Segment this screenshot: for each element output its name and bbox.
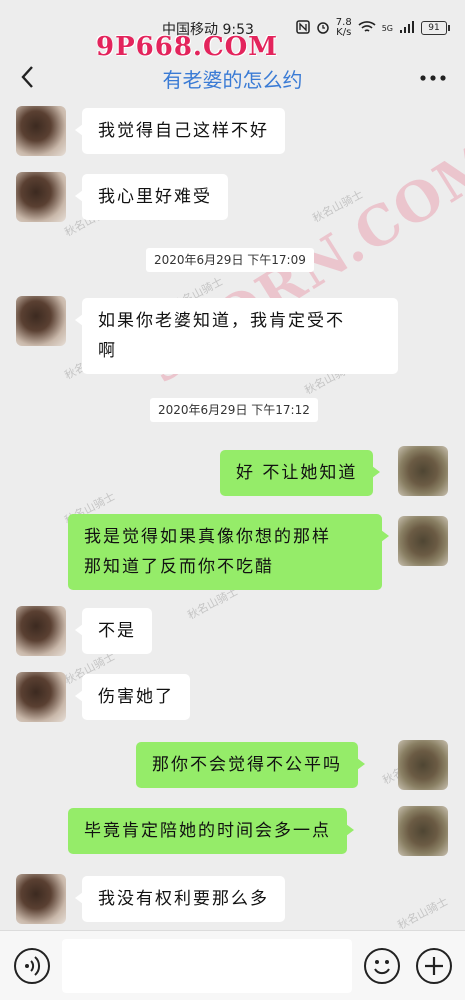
avatar-self[interactable]: [398, 740, 448, 790]
avatar[interactable]: [16, 296, 66, 346]
watermark-text: 秋名山骑士: [395, 894, 451, 933]
chat-header: 有老婆的怎么约: [0, 52, 465, 104]
message-bubble: 我心里好难受: [75, 174, 228, 220]
message-timestamp: 2020年6月29日 下午17:12: [150, 398, 318, 422]
nfc-icon: [296, 19, 310, 37]
message-line: 啊: [98, 341, 117, 361]
message-bubble: 我觉得自己这样不好: [75, 108, 285, 154]
netspeed: 7.8 K/s: [336, 18, 352, 38]
message-line: 那知道了反而你不吃醋: [84, 557, 274, 577]
composer-bar: [0, 930, 465, 1000]
message-timestamp: 2020年6月29日 下午17:09: [146, 248, 314, 272]
signal-icon: [399, 20, 415, 37]
voice-button[interactable]: [14, 948, 50, 984]
status-icons: 7.8 K/s 5G 91: [296, 18, 450, 38]
chat-title: 有老婆的怎么约: [162, 68, 303, 92]
avatar[interactable]: [16, 672, 66, 722]
avatar-self[interactable]: [398, 516, 448, 566]
message-bubble: 如果你老婆知道，我肯定受不 啊: [75, 298, 398, 374]
plus-button[interactable]: [416, 948, 452, 984]
message-bubble: 不是: [75, 608, 152, 654]
avatar[interactable]: [16, 172, 66, 222]
emoji-button[interactable]: [364, 948, 400, 984]
battery-level: 91: [428, 23, 440, 33]
message-bubble: 那你不会觉得不公平吗: [136, 742, 365, 788]
emoji-icon: [374, 960, 390, 975]
message-bubble: 我没有权利要那么多: [75, 876, 285, 922]
avatar[interactable]: [16, 874, 66, 924]
netspeed-unit: K/s: [336, 27, 352, 38]
avatar[interactable]: [16, 106, 66, 156]
message-bubble: 伤害她了: [75, 674, 190, 720]
more-dots-icon: [420, 75, 446, 81]
message-bubble: 我是觉得如果真像你想的那样 那知道了反而你不吃醋: [68, 514, 389, 590]
avatar[interactable]: [16, 606, 66, 656]
wifi-icon: [358, 20, 376, 37]
plus-icon: [425, 957, 443, 975]
more-button[interactable]: [419, 66, 447, 90]
message-line: 我是觉得如果真像你想的那样: [84, 527, 331, 547]
message-bubble: 毕竟肯定陪她的时间会多一点: [68, 808, 354, 854]
network-type: 5G: [381, 23, 393, 33]
message-input[interactable]: [62, 939, 352, 993]
voice-icon: [25, 956, 41, 976]
alarm-icon: [316, 20, 330, 37]
message-bubble: 好 不让她知道: [220, 450, 381, 496]
avatar-self[interactable]: [398, 806, 448, 856]
avatar-self[interactable]: [398, 446, 448, 496]
message-line: 如果你老婆知道，我肯定受不: [98, 311, 345, 331]
battery-icon: 91: [421, 21, 450, 35]
